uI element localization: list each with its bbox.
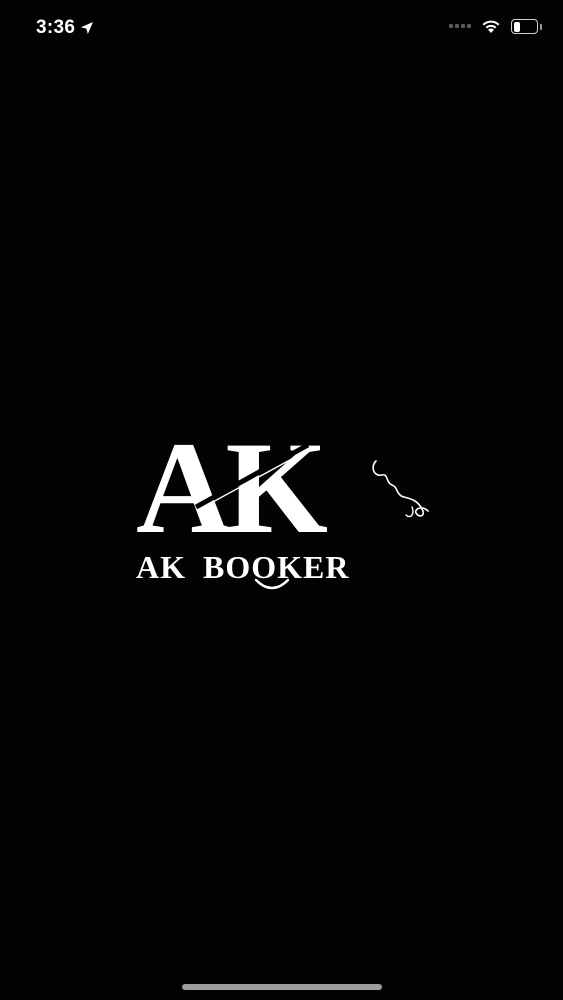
signature-tail [405,506,414,518]
battery-tip [540,23,542,30]
wifi-icon [482,20,500,33]
battery-level [514,21,520,32]
cellular-signal-icon [449,19,471,33]
ak-booker-logo: AK AK BOOKER [130,415,430,600]
status-time: 3:36 [36,17,76,38]
signature-mark [372,460,429,517]
status-bar: 3:36 [0,0,563,56]
splash-screen: 3:36 AK BOOKER [0,0,563,1000]
location-arrow-icon [81,22,94,34]
status-icons [449,18,542,34]
battery-icon [511,18,542,34]
time-group: 3:36 [36,17,94,39]
logo-graphic: AK AK BOOKER [136,415,429,590]
logo-brand-name: AK BOOKER [136,549,349,585]
home-indicator[interactable] [182,984,382,990]
